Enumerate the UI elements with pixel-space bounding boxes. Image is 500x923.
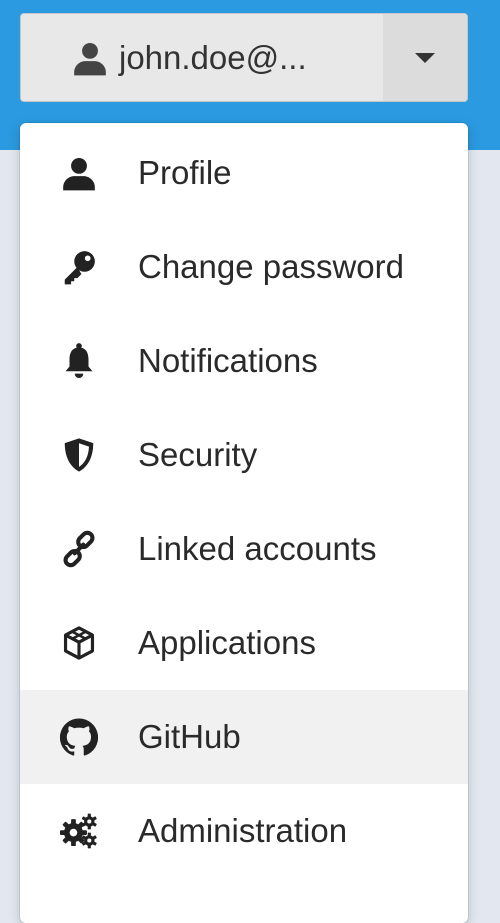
shield-icon xyxy=(60,436,98,474)
caret-down-icon xyxy=(415,52,435,63)
gears-icon xyxy=(60,812,98,850)
menu-item-linked-accounts[interactable]: Linked accounts xyxy=(20,502,468,596)
menu-item-label: Security xyxy=(138,436,258,473)
user-menu-button: john.doe@... xyxy=(20,13,468,102)
menu-item-label: Administration xyxy=(138,812,348,849)
menu-item-label: GitHub xyxy=(138,718,241,755)
github-icon xyxy=(60,718,98,756)
bell-icon xyxy=(60,342,98,380)
user-dropdown-menu: Profile Change password Notifications Se… xyxy=(20,123,468,923)
menu-item-change-password[interactable]: Change password xyxy=(20,220,468,314)
menu-item-administration[interactable]: Administration xyxy=(20,784,468,878)
menu-item-profile[interactable]: Profile xyxy=(20,126,468,220)
menu-item-label: Profile xyxy=(138,154,232,191)
menu-item-label: Notifications xyxy=(138,342,318,379)
user-account-button[interactable]: john.doe@... xyxy=(21,14,383,101)
menu-item-label: Linked accounts xyxy=(138,530,377,567)
menu-item-notifications[interactable]: Notifications xyxy=(20,314,468,408)
person-icon xyxy=(60,154,98,192)
menu-item-applications[interactable]: Applications xyxy=(20,596,468,690)
menu-item-github[interactable]: GitHub xyxy=(20,690,468,784)
cube-icon xyxy=(60,624,98,662)
link-icon xyxy=(60,530,98,568)
user-icon xyxy=(71,39,109,77)
menu-item-label: Change password xyxy=(138,248,404,285)
menu-item-security[interactable]: Security xyxy=(20,408,468,502)
menu-item-label: Applications xyxy=(138,624,316,661)
key-icon xyxy=(60,248,98,286)
user-email-label: john.doe@... xyxy=(119,38,307,76)
dropdown-toggle-button[interactable] xyxy=(383,14,467,101)
